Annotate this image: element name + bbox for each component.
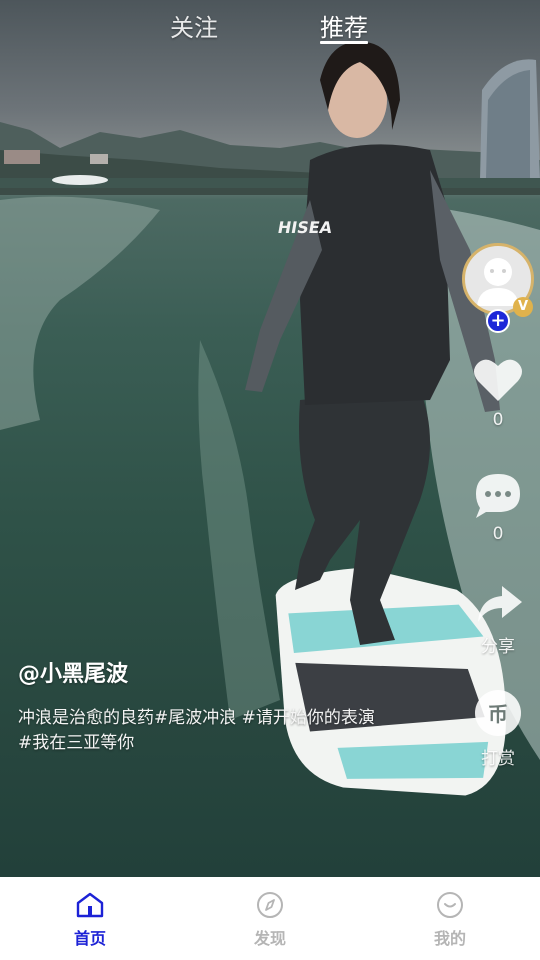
like-button[interactable]: 0: [470, 356, 526, 430]
like-count: 0: [492, 410, 504, 430]
heart-icon: [474, 359, 522, 401]
nav-mine-label: 我的: [433, 929, 466, 948]
comment-count: 0: [492, 524, 504, 544]
nav-home-label: 首页: [73, 929, 106, 948]
nav-discover-label: 发现: [253, 929, 286, 948]
nav-discover[interactable]: 发现: [230, 891, 310, 949]
share-label: 分享: [481, 637, 515, 657]
bottom-tab-bar: 首页 发现 我的: [0, 877, 540, 960]
nav-mine[interactable]: 我的: [410, 891, 490, 949]
post-caption: 冲浪是治愈的良药#尾波冲浪 #请开始你的表演 #我在三亚等你: [18, 706, 458, 756]
author-name[interactable]: @小黑尾波: [18, 656, 128, 688]
tip-label: 打赏: [481, 749, 515, 769]
share-arrow-icon: [478, 586, 522, 622]
smiley-icon: [437, 892, 463, 918]
caption-line: 冲浪是治愈的良药#尾波冲浪 #请开始你的表演: [18, 708, 375, 728]
comment-button[interactable]: 0: [470, 470, 526, 544]
tab-recommend[interactable]: 推荐: [320, 8, 368, 43]
vip-badge: V: [513, 297, 533, 317]
active-tab-indicator: [320, 41, 368, 44]
coin-icon: 币: [475, 690, 521, 736]
comment-bubble-icon: [476, 474, 520, 518]
vest-logo: HISEA: [276, 218, 334, 237]
share-button[interactable]: 分享: [470, 582, 526, 657]
feed-tabs: 关注 推荐: [0, 4, 540, 44]
author-avatar-button[interactable]: V +: [462, 243, 534, 333]
compass-icon: [257, 892, 283, 918]
nav-home[interactable]: 首页: [50, 891, 130, 949]
caption-line: #我在三亚等你: [18, 733, 135, 753]
tip-button[interactable]: 币 打赏: [470, 688, 526, 769]
home-icon: [76, 892, 104, 918]
coin-icon-glyph: 币: [488, 702, 508, 726]
tab-follow[interactable]: 关注: [170, 8, 218, 43]
follow-plus-button[interactable]: +: [486, 309, 510, 333]
